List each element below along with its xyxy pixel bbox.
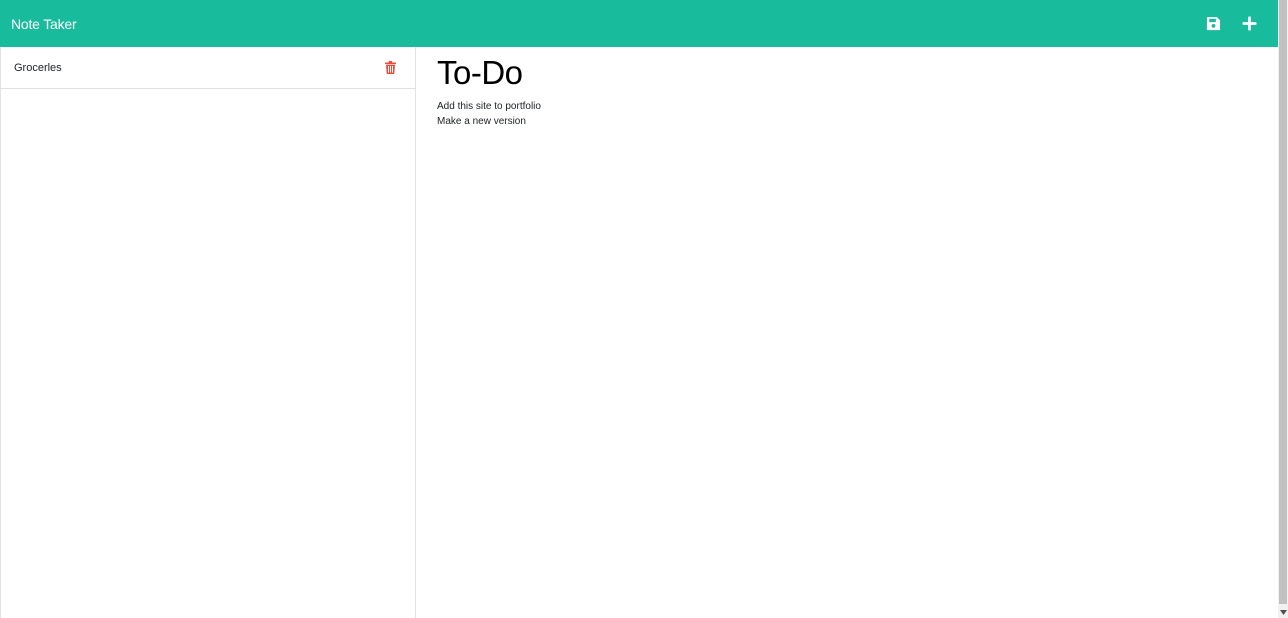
list-item[interactable]: Grocerles bbox=[1, 47, 415, 89]
navbar: Note Taker bbox=[0, 0, 1278, 47]
note-list: Grocerles bbox=[0, 47, 416, 618]
brand-link[interactable]: Note Taker bbox=[11, 16, 77, 32]
note-editor: To-Do Add this site to portfolio Make a … bbox=[437, 52, 1257, 129]
save-icon[interactable] bbox=[1204, 14, 1223, 33]
note-textarea[interactable]: Add this site to portfolio Make a new ve… bbox=[437, 99, 1257, 129]
plus-icon[interactable] bbox=[1240, 14, 1259, 33]
scrollbar-thumb[interactable] bbox=[1279, 0, 1287, 604]
page: Note Taker Grocerles To-Do Add this site… bbox=[0, 0, 1288, 618]
scroll-down-arrow-icon[interactable] bbox=[1278, 606, 1288, 618]
trash-icon[interactable] bbox=[384, 61, 396, 75]
scrollbar[interactable] bbox=[1278, 0, 1288, 618]
navbar-actions bbox=[1204, 14, 1267, 33]
note-list-item-title: Grocerles bbox=[14, 61, 62, 74]
note-title[interactable]: To-Do bbox=[437, 52, 1257, 94]
